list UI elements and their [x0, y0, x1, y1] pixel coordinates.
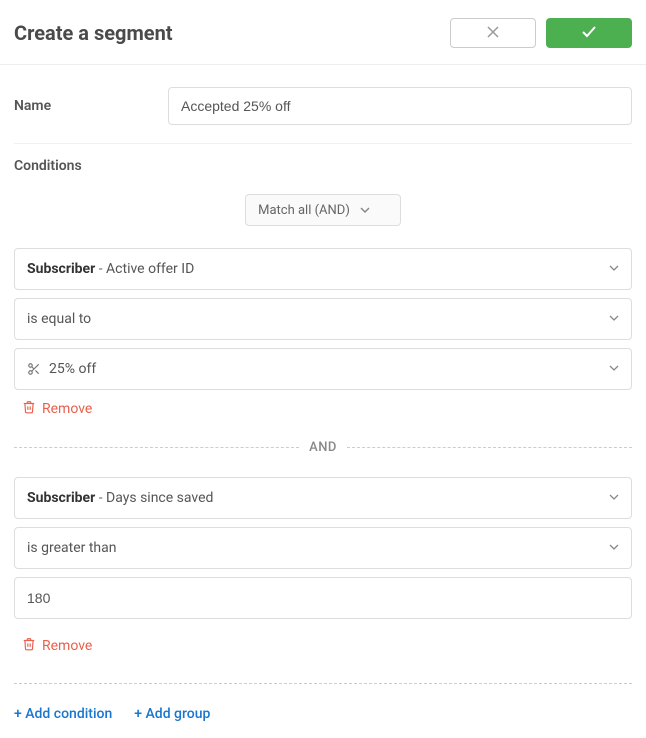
conditions-label: Conditions	[14, 158, 632, 174]
check-icon	[581, 24, 597, 43]
dialog-title: Create a segment	[14, 21, 173, 45]
chevron-down-icon	[609, 311, 619, 327]
and-separator: AND	[14, 440, 632, 455]
name-row: Name	[14, 81, 632, 144]
name-label: Name	[14, 98, 144, 114]
name-input[interactable]	[168, 87, 632, 125]
remove-label: Remove	[42, 401, 92, 417]
add-condition-button[interactable]: + Add condition	[14, 706, 112, 722]
operator-select[interactable]: is greater than	[14, 527, 632, 569]
confirm-button[interactable]	[546, 18, 632, 48]
remove-label: Remove	[42, 638, 92, 654]
condition-rule: Subscriber - Active offer ID is equal to…	[14, 248, 632, 418]
value-select[interactable]: 25% off	[14, 348, 632, 390]
field-select[interactable]: Subscriber - Active offer ID	[14, 248, 632, 290]
operator-value: is greater than	[27, 540, 116, 556]
match-mode-select[interactable]: Match all (AND)	[245, 194, 401, 226]
chevron-down-icon	[609, 261, 619, 277]
cancel-button[interactable]	[450, 18, 536, 48]
remove-button[interactable]: Remove	[22, 637, 632, 655]
dialog-header: Create a segment	[0, 0, 646, 65]
dialog-body: Name Conditions Match all (AND) Subscrib…	[0, 65, 646, 738]
value-input[interactable]	[14, 577, 632, 619]
condition-rule: Subscriber - Days since saved is greater…	[14, 477, 632, 655]
field-value: Subscriber - Active offer ID	[27, 261, 194, 277]
separator-label: AND	[299, 440, 347, 455]
value-text: 25% off	[49, 361, 96, 377]
add-group-button[interactable]: + Add group	[134, 706, 210, 722]
field-value: Subscriber - Days since saved	[27, 490, 213, 506]
match-mode-row: Match all (AND)	[14, 194, 632, 226]
divider-line	[14, 447, 299, 448]
trash-icon	[22, 637, 36, 655]
divider-line	[347, 447, 632, 448]
trash-icon	[22, 400, 36, 418]
scissors-icon	[27, 362, 41, 376]
chevron-down-icon	[609, 361, 619, 377]
match-mode-value: Match all (AND)	[258, 203, 350, 218]
operator-value: is equal to	[27, 311, 91, 327]
chevron-down-icon	[609, 490, 619, 506]
operator-select[interactable]: is equal to	[14, 298, 632, 340]
chevron-down-icon	[609, 540, 619, 556]
close-icon	[487, 25, 499, 41]
add-actions: + Add condition + Add group	[14, 683, 632, 722]
header-actions	[450, 18, 632, 48]
field-select[interactable]: Subscriber - Days since saved	[14, 477, 632, 519]
chevron-down-icon	[360, 205, 370, 215]
remove-button[interactable]: Remove	[22, 400, 632, 418]
